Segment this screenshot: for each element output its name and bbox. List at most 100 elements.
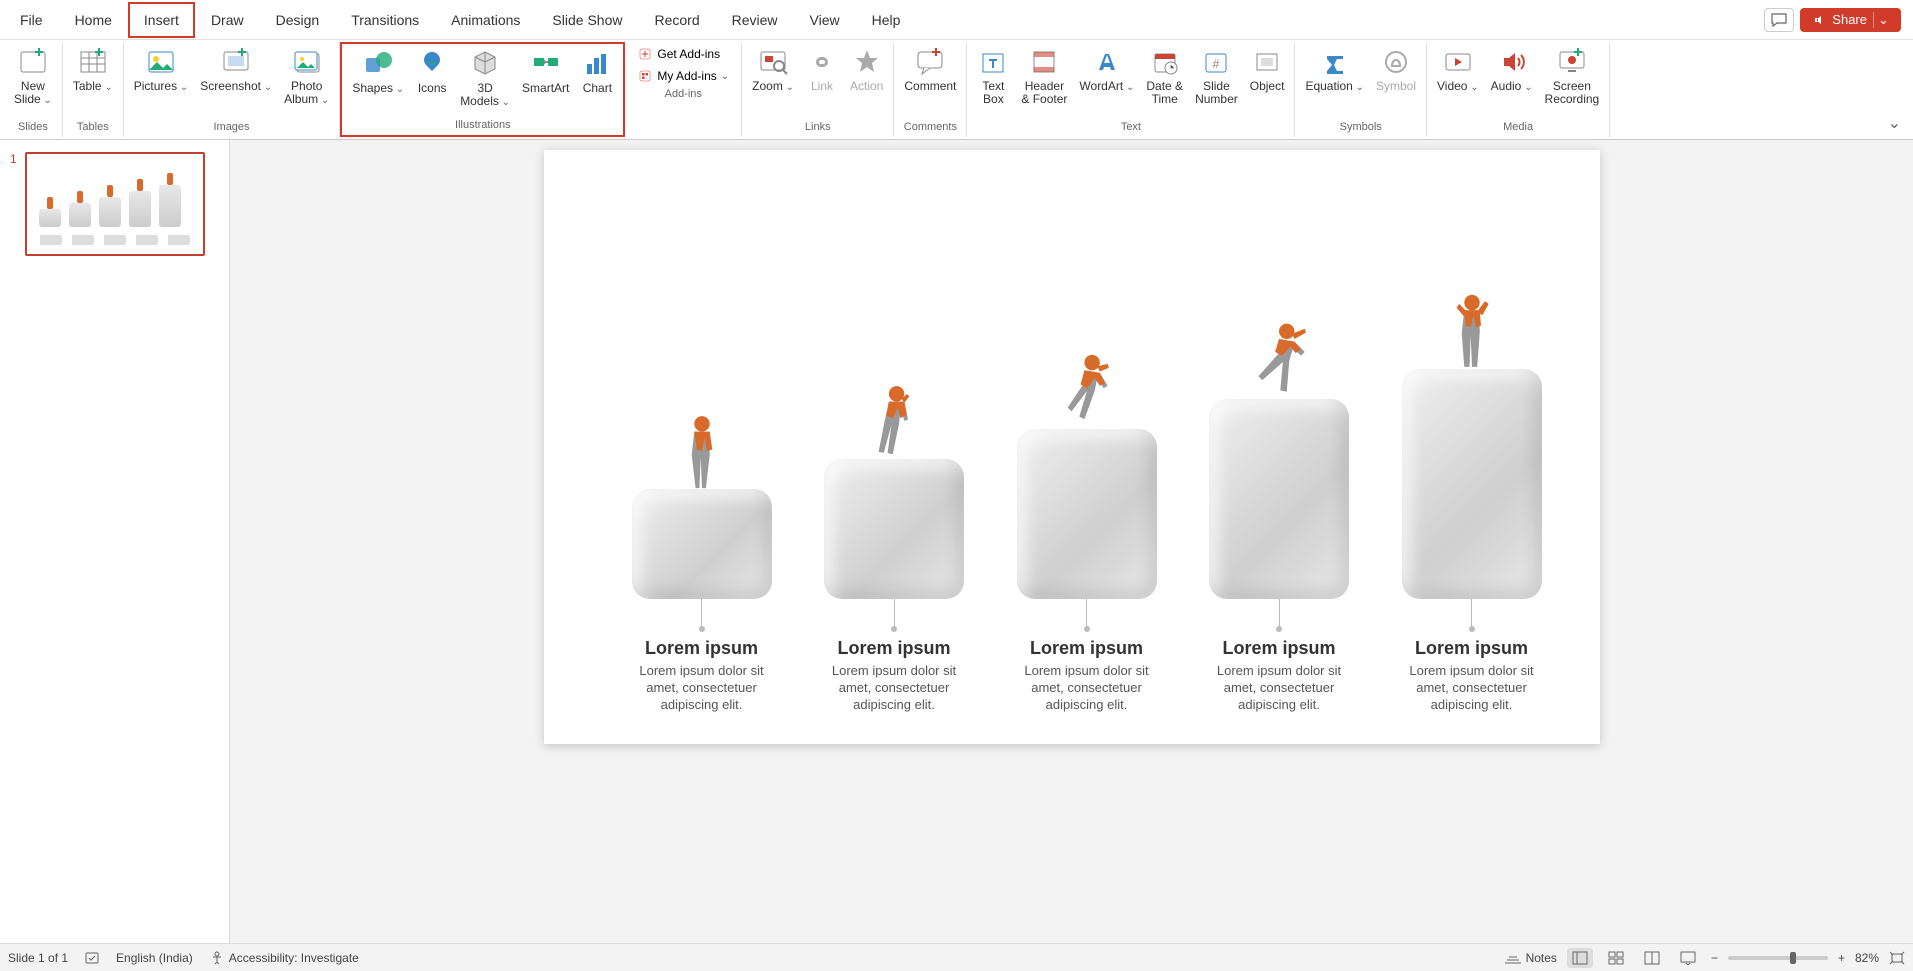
zoom-out-button[interactable]: − [1711,951,1718,965]
comments-panel-button[interactable] [1764,8,1794,32]
tab-slide-show[interactable]: Slide Show [536,2,638,38]
fit-to-window-button[interactable] [1889,951,1905,965]
step-body: Lorem ipsum dolor sit amet, consectetuer… [622,663,782,714]
icons-icon [416,48,448,80]
get-addins-icon [637,46,653,62]
new-slide-button[interactable]: NewSlide [10,44,56,108]
language-status[interactable]: English (India) [116,951,193,965]
zoom-button[interactable]: Zoom [748,44,798,95]
step-body: Lorem ipsum dolor sit amet, consectetuer… [1199,663,1359,714]
notes-button[interactable]: Notes [1504,951,1557,965]
group-label: Add-ins [665,86,702,102]
get-addins-button[interactable]: Get Add-ins [631,44,735,64]
step-5[interactable]: Lorem ipsum Lorem ipsum dolor sit amet, … [1384,369,1560,714]
normal-view-button[interactable] [1567,948,1593,968]
text-box-button[interactable]: TextBox [973,44,1013,108]
step-2[interactable]: Lorem ipsum Lorem ipsum dolor sit amet, … [806,459,982,714]
step-body: Lorem ipsum dolor sit amet, consectetuer… [1392,663,1552,714]
chart-icon [581,48,613,80]
tab-draw[interactable]: Draw [195,2,260,38]
chart-button[interactable]: Chart [577,46,617,97]
zoom-icon [757,46,789,78]
screen-recording-button[interactable]: ScreenRecording [1541,44,1604,108]
slideshow-view-button[interactable] [1675,948,1701,968]
figure-icon [864,381,924,471]
share-button[interactable]: Share ⌄ [1800,8,1901,32]
sorter-view-button[interactable] [1603,948,1629,968]
tab-file[interactable]: File [4,2,59,38]
figure-icon [1057,351,1117,441]
wordart-icon [1091,46,1123,78]
screenshot-button[interactable]: Screenshot [196,44,276,95]
video-icon [1442,46,1474,78]
ribbon-group-tables: TableTables [63,42,124,137]
3d-models-button[interactable]: 3DModels [456,46,514,110]
group-label: Text [1121,119,1141,135]
slide[interactable]: Lorem ipsum Lorem ipsum dolor sit amet, … [544,150,1600,744]
shapes-button[interactable]: Shapes [348,46,408,97]
photo-album-icon [291,46,323,78]
3d-models-icon [469,48,501,80]
pictures-button[interactable]: Pictures [130,44,193,95]
tab-view[interactable]: View [794,2,856,38]
ribbon-group-text: TextBoxHeader& FooterWordArtDate &Time#S… [967,42,1295,137]
zoom-slider[interactable] [1728,956,1828,960]
my-addins-button[interactable]: My Add-ins⌄ [631,66,735,86]
ribbon-group-illustrations: ShapesIcons3DModelsSmartArtChart Illustra… [340,42,625,137]
ribbon-group-add-ins: Get Add-insMy Add-ins⌄Add-ins [625,42,742,137]
reading-view-button[interactable] [1639,948,1665,968]
tab-design[interactable]: Design [260,2,336,38]
group-label: Illustrations [455,117,511,133]
zoom-in-button[interactable]: + [1838,951,1845,965]
slide-number-icon: # [1200,46,1232,78]
zoom-level[interactable]: 82% [1855,951,1879,965]
action-button: Action [846,44,887,95]
slide-thumbnail-1[interactable] [25,152,205,256]
ribbon-group-slides: NewSlide Slides [4,42,63,137]
comment-button[interactable]: Comment [900,44,960,95]
date-time-button[interactable]: Date &Time [1142,44,1187,108]
header-footer-button[interactable]: Header& Footer [1017,44,1071,108]
new-slide-icon [17,46,49,78]
ribbon-group-links: ZoomLinkActionLinks [742,42,894,137]
pictures-icon [145,46,177,78]
tab-insert[interactable]: Insert [128,2,195,38]
step-title: Lorem ipsum [1415,638,1528,659]
table-icon [77,46,109,78]
svg-text:#: # [1213,57,1220,71]
wordart-button[interactable]: WordArt [1075,44,1138,95]
photo-album-button[interactable]: PhotoAlbum [280,44,333,108]
text-box-icon [977,46,1009,78]
video-button[interactable]: Video [1433,44,1483,95]
screenshot-icon [220,46,252,78]
share-caret-icon[interactable]: ⌄ [1873,12,1889,28]
step-body: Lorem ipsum dolor sit amet, consectetuer… [1007,663,1167,714]
ribbon-collapse-button[interactable]: ⌄ [1880,42,1909,137]
step-1[interactable]: Lorem ipsum Lorem ipsum dolor sit amet, … [614,489,790,714]
table-button[interactable]: Table [69,44,117,95]
tab-record[interactable]: Record [638,2,715,38]
tab-help[interactable]: Help [856,2,917,38]
equation-button[interactable]: Equation [1301,44,1368,95]
workspace: 1 [0,140,1913,943]
step-4[interactable]: Lorem ipsum Lorem ipsum dolor sit amet, … [1191,399,1367,714]
smartart-icon [530,48,562,80]
object-button[interactable]: Object [1246,44,1289,95]
slide-number-button[interactable]: #SlideNumber [1191,44,1242,108]
slide-counter[interactable]: Slide 1 of 1 [8,951,68,965]
tab-home[interactable]: Home [59,2,128,38]
accessibility-status[interactable]: Accessibility: Investigate [209,950,359,966]
tab-transitions[interactable]: Transitions [335,2,435,38]
tab-animations[interactable]: Animations [435,2,536,38]
audio-button[interactable]: Audio [1487,44,1537,95]
tab-review[interactable]: Review [716,2,794,38]
step-3[interactable]: Lorem ipsum Lorem ipsum dolor sit amet, … [999,429,1175,714]
group-label: Slides [18,119,48,135]
shapes-icon [362,48,394,80]
spellcheck-icon[interactable] [84,950,100,966]
ribbon-group-symbols: EquationSymbolSymbols [1295,42,1427,137]
slide-thumbnails-panel: 1 [0,140,230,943]
smartart-button[interactable]: SmartArt [518,46,573,97]
icons-button[interactable]: Icons [412,46,452,97]
slide-canvas-area[interactable]: Lorem ipsum Lorem ipsum dolor sit amet, … [230,140,1913,943]
